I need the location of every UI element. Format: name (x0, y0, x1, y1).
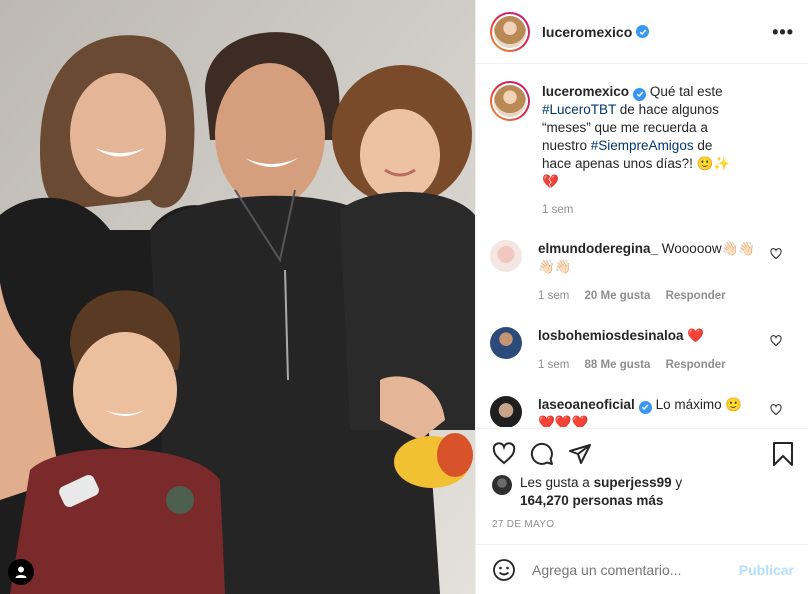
verified-badge-icon (633, 87, 647, 101)
user-tag-icon (15, 566, 27, 578)
comment-time[interactable]: 1 sem (538, 290, 569, 302)
commenter-avatar[interactable] (490, 240, 522, 272)
caption-text: Qué tal este (649, 84, 723, 99)
action-bar (476, 428, 808, 478)
hashtag-link[interactable]: #LuceroTBT (542, 102, 616, 117)
comments-list[interactable]: luceromexico Qué tal este #LuceroTBT de … (476, 65, 808, 427)
heart-icon[interactable] (770, 335, 782, 347)
post-caption: luceromexico Qué tal este #LuceroTBT de … (490, 81, 794, 191)
hashtag-link[interactable]: #SiempreAmigos (591, 138, 694, 153)
publish-button[interactable]: Publicar (739, 562, 794, 578)
comment-likes[interactable]: 20 Me gusta (585, 290, 651, 302)
more-options-icon[interactable]: ••• (772, 23, 794, 41)
comment-input[interactable] (532, 561, 722, 578)
likes-summary: Les gusta a superjess99 y 164,270 person… (492, 474, 794, 510)
bookmark-icon (773, 441, 793, 466)
author-username[interactable]: luceromexico (542, 24, 632, 40)
post-side-panel: luceromexico ••• luceromexico Qué tal es… (475, 0, 808, 594)
caption-timestamp[interactable]: 1 sem (542, 204, 794, 216)
user-tag-button[interactable] (8, 559, 34, 585)
likes-count[interactable]: 164,270 personas más (520, 493, 663, 508)
caption-author-avatar[interactable] (490, 81, 530, 121)
comment-text: ❤️ (687, 328, 705, 343)
heart-icon[interactable] (770, 404, 782, 416)
comment-item: laseoaneoficial Lo máximo 🙂 ❤️❤️❤️ (490, 396, 794, 427)
comment-username[interactable]: losbohemiosdesinaloa (538, 328, 684, 343)
verified-badge-icon (636, 25, 650, 38)
like-button[interactable] (492, 441, 516, 466)
share-icon (569, 443, 591, 464)
commenter-avatar[interactable] (490, 327, 522, 359)
family-photo-image (0, 0, 475, 594)
heart-icon (492, 441, 516, 464)
reply-button[interactable]: Responder (666, 290, 726, 302)
emoji-icon[interactable] (492, 558, 516, 582)
commenter-avatar[interactable] (490, 396, 522, 427)
liker-avatar[interactable] (492, 475, 512, 495)
comment-item: elmundoderegina_ Wooooow👋🏻👋🏻👋🏻👋🏻 1 sem 2… (490, 240, 794, 305)
comment-username[interactable]: elmundoderegina_ (538, 241, 658, 256)
post-date[interactable]: 27 DE MAYO (492, 519, 554, 530)
save-button[interactable] (772, 441, 794, 467)
heart-icon[interactable] (770, 248, 782, 260)
caption-username[interactable]: luceromexico (542, 84, 629, 99)
comment-time[interactable]: 1 sem (538, 359, 569, 371)
comment-icon (530, 442, 553, 465)
add-comment-bar: Publicar (476, 544, 808, 594)
comment-item: losbohemiosdesinaloa ❤️ 1 sem 88 Me gust… (490, 327, 794, 374)
post-header: luceromexico ••• (476, 0, 808, 64)
liker-username[interactable]: superjess99 (594, 475, 672, 490)
likes-prefix: Les gusta a (520, 475, 594, 490)
comment-username[interactable]: laseoaneoficial (538, 397, 635, 412)
share-button[interactable] (568, 442, 592, 466)
reply-button[interactable]: Responder (666, 359, 726, 371)
comment-button[interactable] (530, 442, 554, 466)
post-photo[interactable] (0, 0, 475, 594)
comment-likes[interactable]: 88 Me gusta (585, 359, 651, 371)
author-avatar[interactable] (490, 11, 530, 52)
likes-mid: y (671, 475, 683, 490)
verified-badge-icon (638, 400, 652, 414)
